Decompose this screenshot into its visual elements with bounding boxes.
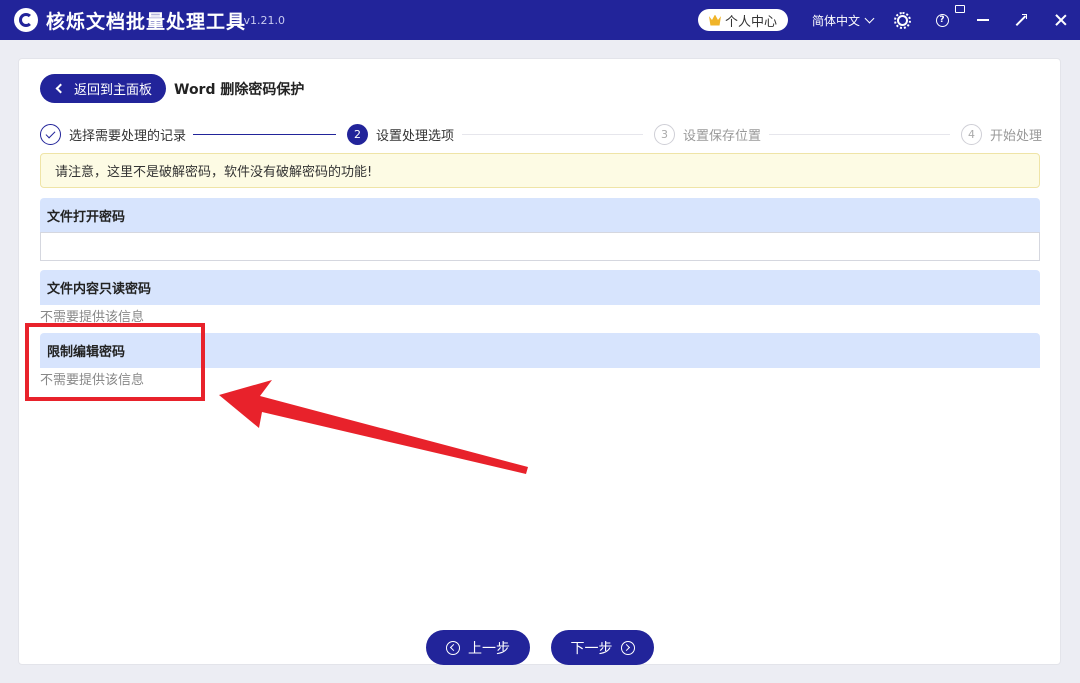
back-button-label: 返回到主面板 xyxy=(74,83,153,98)
page-title: Word 删除密码保护 xyxy=(174,82,305,98)
previous-step-label: 上一步 xyxy=(468,640,510,657)
app-version: - v1.21.0 xyxy=(236,14,285,27)
help-icon[interactable]: ? xyxy=(932,10,952,30)
back-to-main-button[interactable]: 返回到主面板 xyxy=(40,74,166,103)
open-password-input[interactable] xyxy=(40,232,1040,261)
close-icon[interactable] xyxy=(1051,10,1071,30)
step-label: 开始处理 xyxy=(990,129,1043,144)
warning-notice: 请注意，这里不是破解密码，软件没有破解密码的功能! xyxy=(40,153,1040,188)
maximize-icon[interactable] xyxy=(1011,10,1031,30)
step-label: 设置处理选项 xyxy=(376,129,455,144)
next-step-button[interactable]: 下一步 xyxy=(551,630,654,665)
previous-step-button[interactable]: 上一步 xyxy=(426,630,530,665)
notice-icon[interactable] xyxy=(955,5,965,13)
step-label: 设置保存位置 xyxy=(683,129,762,144)
crown-icon xyxy=(708,14,721,26)
readonly-password-header: 文件内容只读密码 xyxy=(40,270,1040,305)
chevron-down-icon xyxy=(864,13,875,24)
chevron-left-icon xyxy=(55,83,66,94)
gear-icon[interactable] xyxy=(892,10,912,30)
next-step-label: 下一步 xyxy=(570,640,613,657)
arrow-right-circle-icon xyxy=(620,640,635,655)
logo-icon xyxy=(14,8,38,32)
title-bar: 核烁文档批量处理工具 - v1.21.0 个人中心 简体中文 ? xyxy=(0,0,1080,40)
step-label: 选择需要处理的记录 xyxy=(69,129,187,144)
step-connector xyxy=(769,134,950,135)
step-number: 3 xyxy=(654,124,675,145)
step-select-records: 选择需要处理的记录 xyxy=(40,124,186,145)
step-connector xyxy=(193,134,336,135)
step-number: 2 xyxy=(347,124,368,145)
step-number: 4 xyxy=(961,124,982,145)
check-icon xyxy=(40,124,61,145)
step-start-processing: 4 开始处理 xyxy=(961,124,1042,145)
user-center-label: 个人中心 xyxy=(724,14,777,30)
step-save-location: 3 设置保存位置 xyxy=(654,124,761,145)
annotation-highlight-box xyxy=(25,323,205,401)
arrow-left-circle-icon xyxy=(446,640,460,655)
open-password-header: 文件打开密码 xyxy=(40,198,1040,233)
step-processing-options: 2 设置处理选项 xyxy=(347,124,454,145)
user-center-button[interactable]: 个人中心 xyxy=(698,9,788,31)
step-connector xyxy=(462,134,643,135)
language-label: 简体中文 xyxy=(812,14,861,28)
app-title: 核烁文档批量处理工具 xyxy=(46,11,247,33)
minimize-icon[interactable] xyxy=(973,10,993,30)
language-selector[interactable]: 简体中文 xyxy=(812,12,875,29)
